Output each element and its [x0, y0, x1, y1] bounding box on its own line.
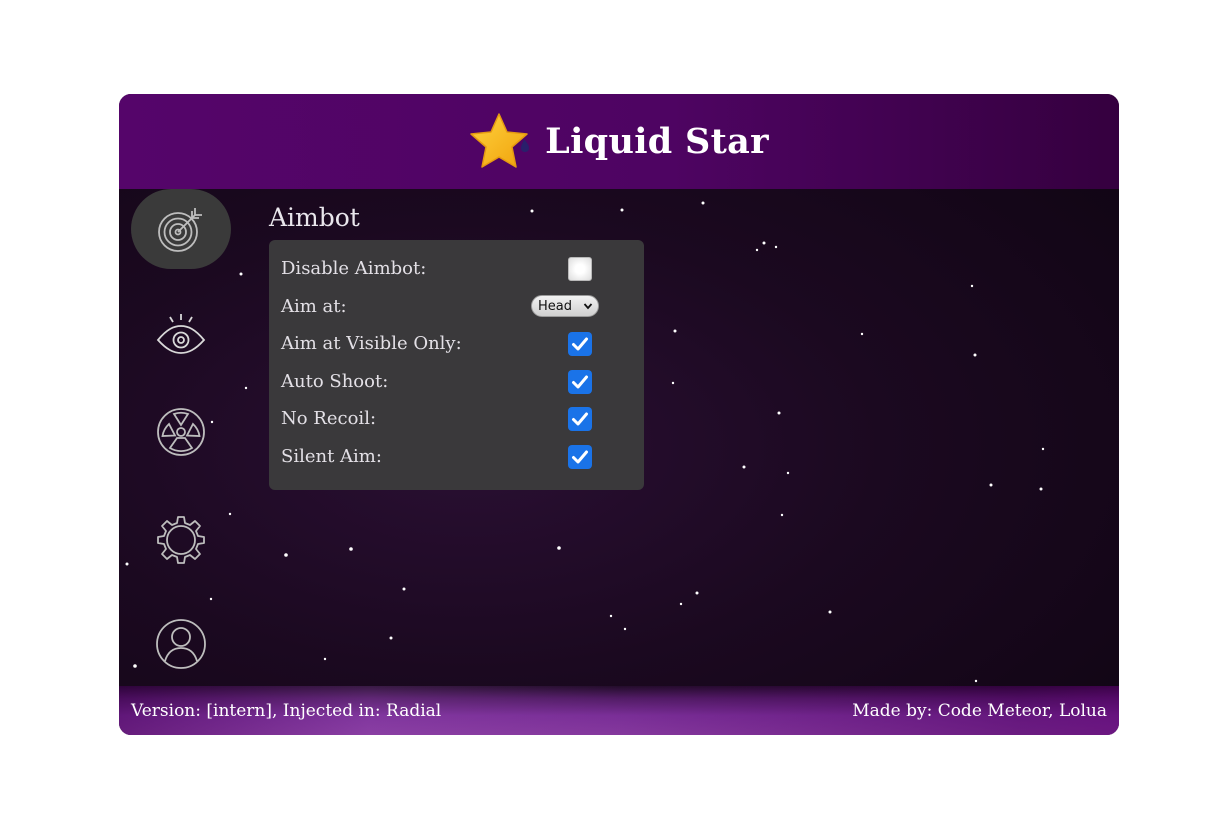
target-icon: [158, 208, 202, 252]
app-title: Liquid Star: [545, 121, 769, 162]
aim-at-select[interactable]: Head: [531, 295, 599, 317]
footer: Version: [intern], Injected in: Radial M…: [119, 686, 1119, 735]
user-icon: [156, 619, 206, 669]
aim-at-value: Head: [538, 298, 572, 314]
option-aim-visible-only: Aim at Visible Only:: [281, 329, 631, 359]
option-label: Aim at:: [281, 296, 347, 317]
section-title: Aimbot: [269, 203, 360, 232]
option-label: Silent Aim:: [281, 446, 382, 467]
option-silent-aim: Silent Aim:: [281, 442, 631, 472]
auto-shoot-checkbox[interactable]: [568, 370, 592, 394]
gear-icon: [157, 516, 205, 564]
option-label: Disable Aimbot:: [281, 258, 427, 279]
sidebar-item-misc[interactable]: [131, 392, 231, 472]
check-icon: [572, 337, 588, 351]
sidebar: [119, 189, 244, 686]
disable-aimbot-checkbox[interactable]: [568, 257, 592, 281]
option-aim-at: Aim at: Head: [281, 292, 631, 322]
option-auto-shoot: Auto Shoot:: [281, 367, 631, 397]
no-recoil-checkbox[interactable]: [568, 407, 592, 431]
option-no-recoil: No Recoil:: [281, 404, 631, 434]
option-label: No Recoil:: [281, 408, 377, 429]
option-label: Auto Shoot:: [281, 371, 389, 392]
header: Liquid Star: [119, 94, 1119, 189]
sidebar-item-account[interactable]: [131, 604, 231, 684]
check-icon: [572, 412, 588, 426]
aim-visible-only-checkbox[interactable]: [568, 332, 592, 356]
radiation-icon: [157, 408, 205, 456]
check-icon: [572, 375, 588, 389]
version-info: Version: [intern], Injected in: Radial: [131, 701, 442, 721]
option-label: Aim at Visible Only:: [281, 333, 462, 354]
sidebar-item-aimbot[interactable]: [131, 189, 231, 269]
sidebar-item-settings[interactable]: [131, 500, 231, 580]
chevron-down-icon: [583, 303, 593, 310]
option-disable-aimbot: Disable Aimbot:: [281, 254, 631, 284]
app-window: Liquid Star Aimbot Disable Aimbot: Aim a…: [119, 94, 1119, 735]
check-icon: [572, 450, 588, 464]
eye-icon: [156, 314, 206, 354]
star-drop-icon: [470, 112, 530, 168]
credits: Made by: Code Meteor, Lolua: [852, 701, 1107, 721]
sidebar-item-visuals[interactable]: [131, 296, 231, 376]
silent-aim-checkbox[interactable]: [568, 445, 592, 469]
aimbot-options-panel: Disable Aimbot: Aim at: Head Aim at Visi…: [269, 240, 644, 490]
